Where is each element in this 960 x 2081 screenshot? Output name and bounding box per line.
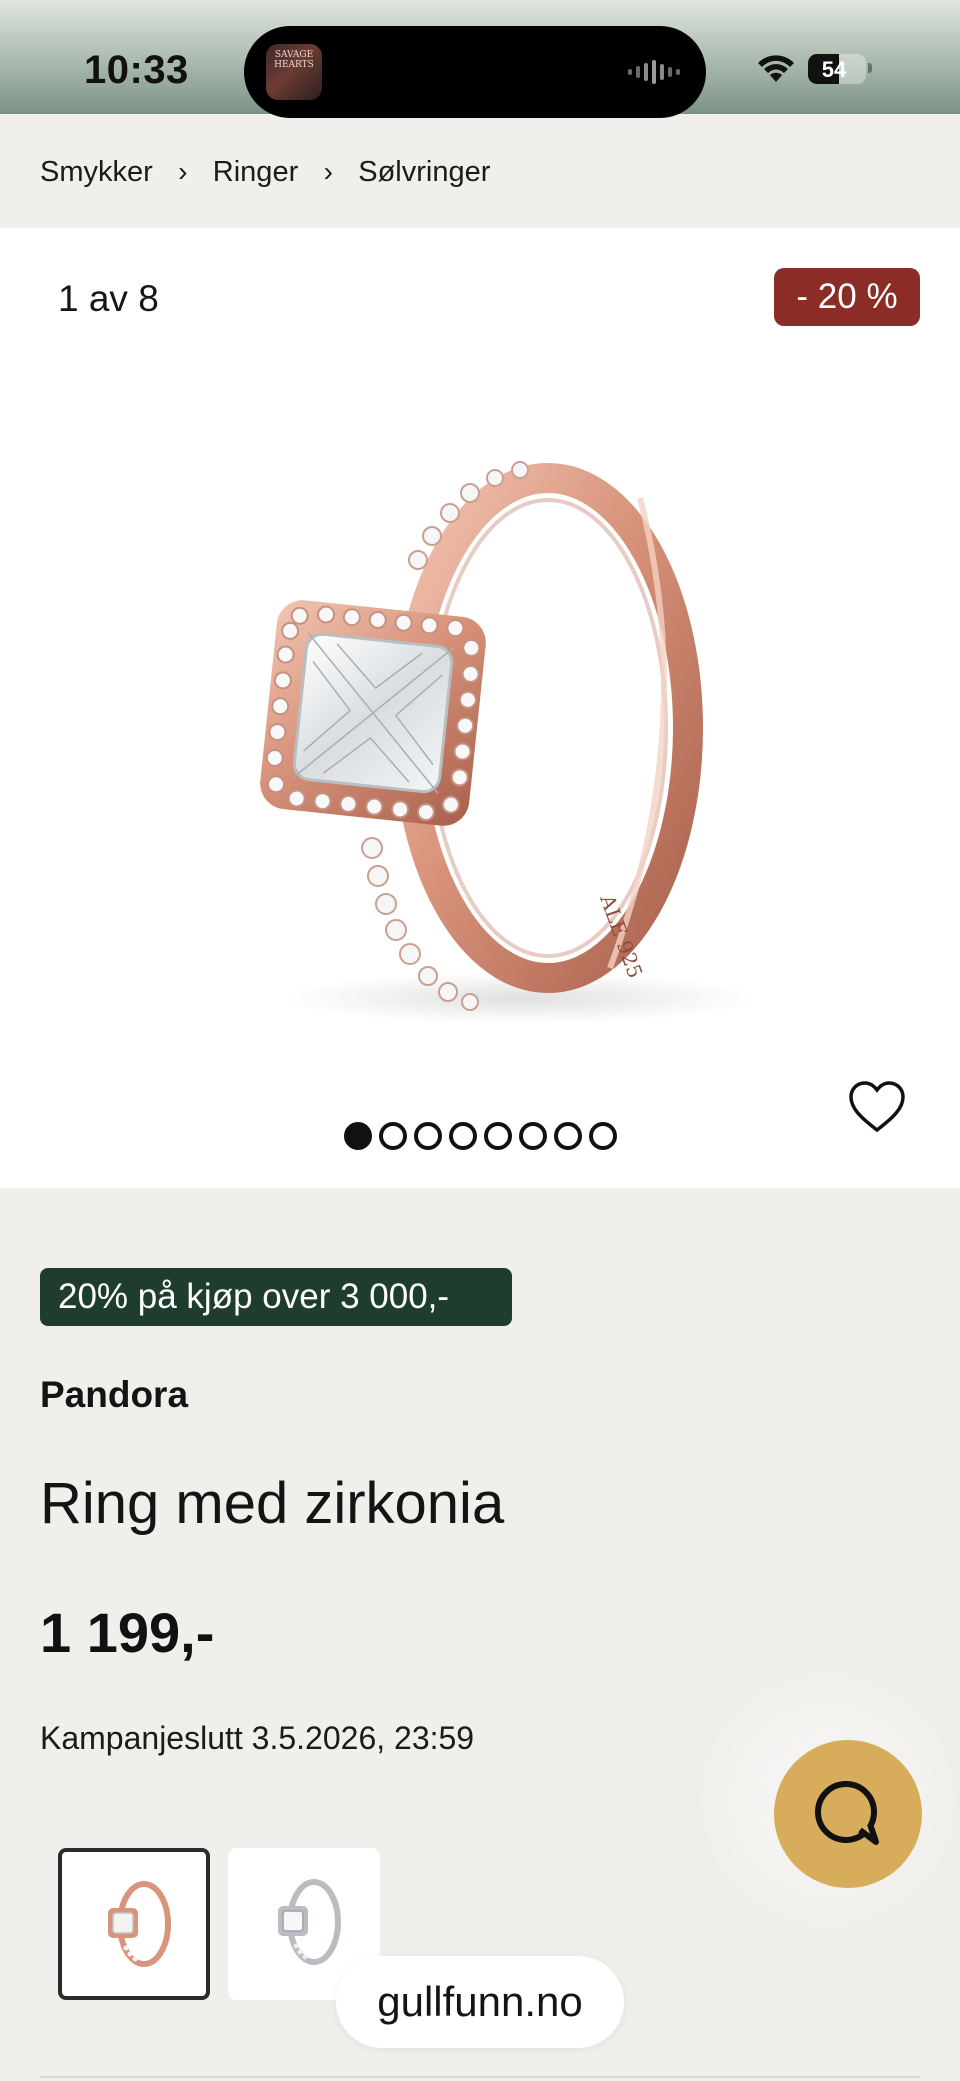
- product-brand[interactable]: Pandora: [40, 1374, 188, 1416]
- variant-rose-gold-image: [108, 1881, 171, 1967]
- breadcrumb-item-ringer[interactable]: Ringer: [213, 156, 298, 189]
- product-gallery[interactable]: 1 av 8 - 20 % ALE 925: [0, 228, 960, 1188]
- gallery-dot[interactable]: [449, 1122, 477, 1150]
- product-title: Ring med zirkonia: [40, 1471, 505, 1536]
- product-price: 1 199,-: [40, 1601, 215, 1664]
- album-art-text: SAVAGE HEARTS: [274, 50, 314, 70]
- divider: [40, 2076, 920, 2078]
- chat-button[interactable]: [774, 1740, 922, 1888]
- breadcrumb-item-smykker[interactable]: Smykker: [40, 156, 153, 189]
- dynamic-island[interactable]: SAVAGE HEARTS: [244, 26, 706, 118]
- status-bar: 10:33 SAVAGE HEARTS 54: [0, 0, 960, 118]
- gallery-dot[interactable]: [344, 1122, 372, 1150]
- waveform-icon: [628, 60, 680, 84]
- gallery-dot[interactable]: [414, 1122, 442, 1150]
- chat-icon: [815, 1781, 879, 1845]
- battery-icon: 54: [808, 54, 866, 84]
- gallery-dot[interactable]: [589, 1122, 617, 1150]
- gallery-dot[interactable]: [379, 1122, 407, 1150]
- address-bar[interactable]: gullfunn.no: [336, 1956, 624, 2048]
- gallery-dots[interactable]: [344, 1122, 617, 1150]
- gallery-dot[interactable]: [554, 1122, 582, 1150]
- campaign-end-text: Kampanjeslutt 3.5.2026, 23:59: [40, 1720, 475, 1756]
- breadcrumb-item-solvringer[interactable]: Sølvringer: [358, 156, 490, 189]
- heart-icon[interactable]: [848, 1080, 906, 1134]
- variant-silver-image: [278, 1879, 341, 1965]
- breadcrumb: Smykker › Ringer › Sølvringer: [40, 150, 490, 194]
- gallery-dot[interactable]: [519, 1122, 547, 1150]
- variant-selector: [58, 1848, 380, 2000]
- battery-percent: 54: [821, 57, 847, 82]
- chevron-right-icon: ›: [323, 156, 333, 187]
- battery-cap: [868, 63, 872, 73]
- gallery-dot[interactable]: [484, 1122, 512, 1150]
- album-art: SAVAGE HEARTS: [266, 44, 322, 100]
- status-time: 10:33: [84, 48, 189, 92]
- chevron-right-icon: ›: [178, 156, 188, 187]
- status-icons: 54: [756, 52, 876, 88]
- promo-label: 20% på kjøp over 3 000,-: [40, 1268, 512, 1326]
- wifi-icon: [758, 55, 794, 82]
- product-image[interactable]: ALE 925: [0, 308, 960, 1128]
- variant-rose-gold[interactable]: [58, 1848, 210, 2000]
